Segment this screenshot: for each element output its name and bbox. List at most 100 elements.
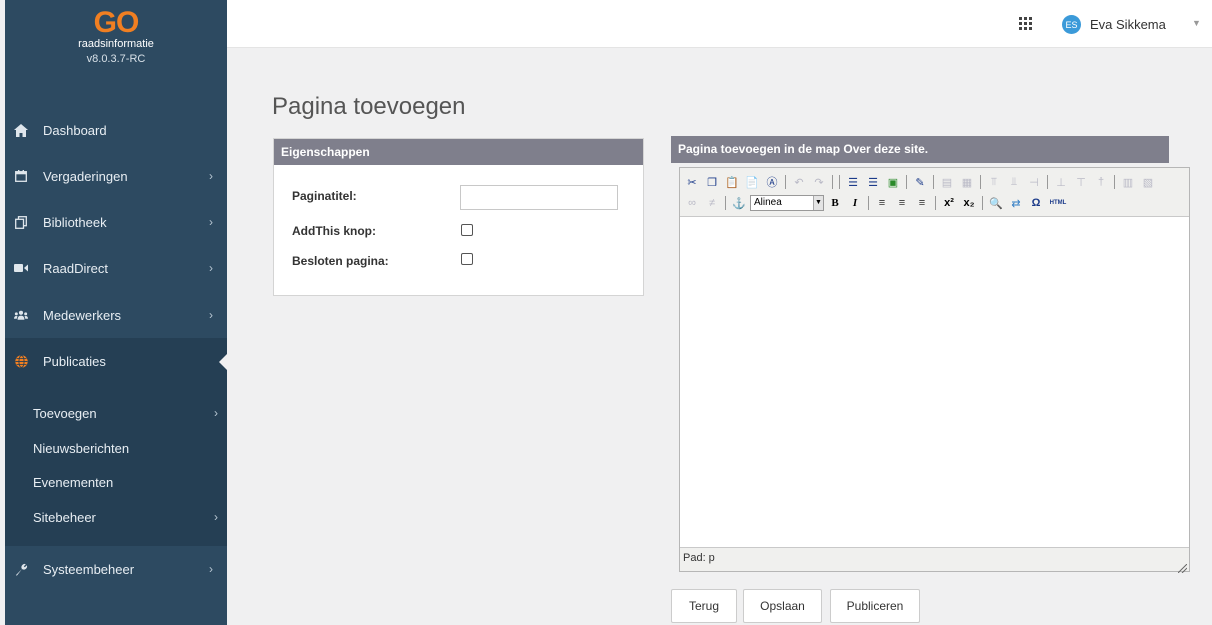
link-icon[interactable]: ∞ bbox=[683, 194, 701, 212]
sub-item-evenementen[interactable]: Evenementen bbox=[33, 475, 218, 490]
logo-subtitle: raadsinformatie bbox=[78, 38, 154, 50]
image-icon[interactable]: ▣ bbox=[884, 173, 902, 191]
sub-nav-publicaties: Toevoegen › Nieuwsberichten Evenementen … bbox=[5, 384, 227, 546]
replace-icon[interactable]: ⇄ bbox=[1007, 194, 1025, 212]
special-char-icon[interactable]: Ω bbox=[1027, 194, 1045, 212]
toolbar-separator bbox=[725, 196, 726, 210]
page-title: Pagina toevoegen bbox=[272, 93, 466, 120]
table-props-icon[interactable]: ▦ bbox=[958, 173, 976, 191]
calendar-icon bbox=[14, 169, 28, 183]
toolbar-separator bbox=[906, 175, 907, 189]
chevron-down-icon: ▼ bbox=[813, 196, 823, 210]
chevron-right-icon: › bbox=[209, 169, 213, 183]
align-center-icon[interactable]: ≡ bbox=[893, 194, 911, 212]
copy-icon[interactable]: ❐ bbox=[703, 173, 721, 191]
merge-cells-icon[interactable]: ▧ bbox=[1139, 173, 1157, 191]
video-icon bbox=[14, 261, 28, 275]
active-indicator bbox=[219, 353, 228, 371]
italic-icon[interactable]: I bbox=[846, 194, 864, 212]
sub-item-sitebeheer[interactable]: Sitebeheer › bbox=[33, 510, 218, 525]
toolbar-row-2: ∞ ≠ ⚓ Alinea ▼ B I ≡ ≡ ≡ x² x₂ 🔍 ⇄ Ω HTM… bbox=[683, 193, 1071, 213]
unlink-icon[interactable]: ≠ bbox=[703, 194, 721, 212]
col-before-icon[interactable]: ⊥ bbox=[1052, 173, 1070, 191]
paste-icon[interactable]: 📋 bbox=[723, 173, 741, 191]
wrench-icon bbox=[14, 562, 28, 576]
logo[interactable]: GO raadsinformatie v8.0.3.7-RC bbox=[5, 0, 227, 98]
toolbar-separator bbox=[933, 175, 934, 189]
editor-statusbar: Pad: p bbox=[680, 547, 1189, 574]
redo-icon[interactable]: ↷ bbox=[810, 173, 828, 191]
sidebar: GO raadsinformatie v8.0.3.7-RC Dashboard… bbox=[5, 0, 228, 625]
logo-text: GO bbox=[93, 6, 140, 39]
avatar[interactable]: ES bbox=[1062, 15, 1081, 34]
sidebar-item-label: Dashboard bbox=[43, 122, 107, 138]
sidebar-item-label: RaadDirect bbox=[43, 260, 109, 276]
toolbar-separator bbox=[868, 196, 869, 210]
delete-row-icon[interactable]: ⊣ bbox=[1025, 173, 1043, 191]
publish-button[interactable]: Publiceren bbox=[830, 589, 920, 623]
sub-item-label: Nieuwsberichten bbox=[33, 441, 130, 456]
chevron-right-icon: › bbox=[209, 308, 213, 322]
home-icon bbox=[14, 123, 28, 137]
anchor-icon[interactable]: ⚓ bbox=[730, 194, 748, 212]
format-select[interactable]: Alinea ▼ bbox=[750, 195, 824, 211]
users-icon bbox=[14, 308, 28, 322]
sub-item-label: Toevoegen bbox=[33, 406, 97, 421]
sidebar-item-label: Vergaderingen bbox=[43, 168, 128, 184]
toolbar-separator bbox=[832, 175, 833, 189]
col-after-icon[interactable]: ⊤ bbox=[1072, 173, 1090, 191]
toolbar-separator bbox=[839, 175, 840, 189]
toolbar-separator bbox=[1047, 175, 1048, 189]
chevron-right-icon: › bbox=[209, 261, 213, 275]
cut-icon[interactable]: ✂ bbox=[683, 173, 701, 191]
chevron-right-icon: › bbox=[209, 562, 213, 576]
addthis-checkbox[interactable] bbox=[461, 224, 473, 236]
align-right-icon[interactable]: ≡ bbox=[913, 194, 931, 212]
sidebar-item-raaddirect[interactable]: RaadDirect › bbox=[5, 245, 227, 291]
app-version: v8.0.3.7-RC bbox=[86, 53, 146, 65]
align-left-icon[interactable]: ≡ bbox=[873, 194, 891, 212]
sidebar-item-systeembeheer[interactable]: Systeembeheer › bbox=[5, 546, 227, 592]
find-icon[interactable]: 🔍 bbox=[987, 194, 1005, 212]
row-before-icon[interactable]: ⫪ bbox=[985, 173, 1003, 191]
sub-item-nieuwsberichten[interactable]: Nieuwsberichten bbox=[33, 441, 218, 456]
editor-content-area[interactable] bbox=[680, 218, 1189, 547]
format-select-value: Alinea bbox=[754, 197, 782, 208]
row-after-icon[interactable]: ⫫ bbox=[1005, 173, 1023, 191]
sub-item-toevoegen[interactable]: Toevoegen › bbox=[33, 406, 218, 421]
copy-icon bbox=[14, 215, 28, 229]
apps-grid-icon[interactable] bbox=[1019, 17, 1032, 30]
addthis-label: AddThis knop: bbox=[292, 224, 376, 238]
split-cells-icon[interactable]: ▥ bbox=[1119, 173, 1137, 191]
bold-icon[interactable]: B bbox=[826, 194, 844, 212]
editor-panel: Pagina toevoegen in de map Over deze sit… bbox=[671, 136, 1169, 163]
private-page-label: Besloten pagina: bbox=[292, 254, 389, 268]
toolbar-separator bbox=[935, 196, 936, 210]
edit-icon[interactable]: ✎ bbox=[911, 173, 929, 191]
superscript-icon[interactable]: x² bbox=[940, 194, 958, 212]
sidebar-item-medewerkers[interactable]: Medewerkers › bbox=[5, 292, 227, 338]
numbered-list-icon[interactable]: ☰ bbox=[864, 173, 882, 191]
toolbar-separator bbox=[980, 175, 981, 189]
sidebar-item-vergaderingen[interactable]: Vergaderingen › bbox=[5, 153, 227, 199]
sidebar-item-dashboard[interactable]: Dashboard bbox=[5, 107, 227, 153]
editor-toolbar: ✂ ❐ 📋 📄 Ⓐ ↶ ↷ ☰ ☰ ▣ ✎ ▤ ▦ ⫪ ⫫ ⊣ ⊥ ⊤ † ▥ … bbox=[680, 168, 1189, 217]
bullet-list-icon[interactable]: ☰ bbox=[844, 173, 862, 191]
back-button[interactable]: Terug bbox=[671, 589, 737, 623]
undo-icon[interactable]: ↶ bbox=[790, 173, 808, 191]
sidebar-item-label: Systeembeheer bbox=[43, 561, 135, 577]
sidebar-item-publicaties[interactable]: Publicaties bbox=[5, 338, 228, 384]
save-button[interactable]: Opslaan bbox=[743, 589, 822, 623]
paste-text-icon[interactable]: Ⓐ bbox=[763, 173, 781, 191]
user-name[interactable]: Eva Sikkema bbox=[1090, 17, 1166, 32]
resize-handle-icon[interactable] bbox=[1177, 560, 1188, 574]
page-title-input[interactable] bbox=[460, 185, 618, 210]
subscript-icon[interactable]: x₂ bbox=[960, 194, 978, 212]
private-page-checkbox[interactable] bbox=[461, 253, 473, 265]
table-icon[interactable]: ▤ bbox=[938, 173, 956, 191]
html-source-icon[interactable]: HTML bbox=[1047, 194, 1069, 212]
caret-down-icon[interactable]: ▼ bbox=[1192, 18, 1201, 28]
delete-col-icon[interactable]: † bbox=[1092, 173, 1110, 191]
paste-word-icon[interactable]: 📄 bbox=[743, 173, 761, 191]
sidebar-item-bibliotheek[interactable]: Bibliotheek › bbox=[5, 199, 227, 245]
